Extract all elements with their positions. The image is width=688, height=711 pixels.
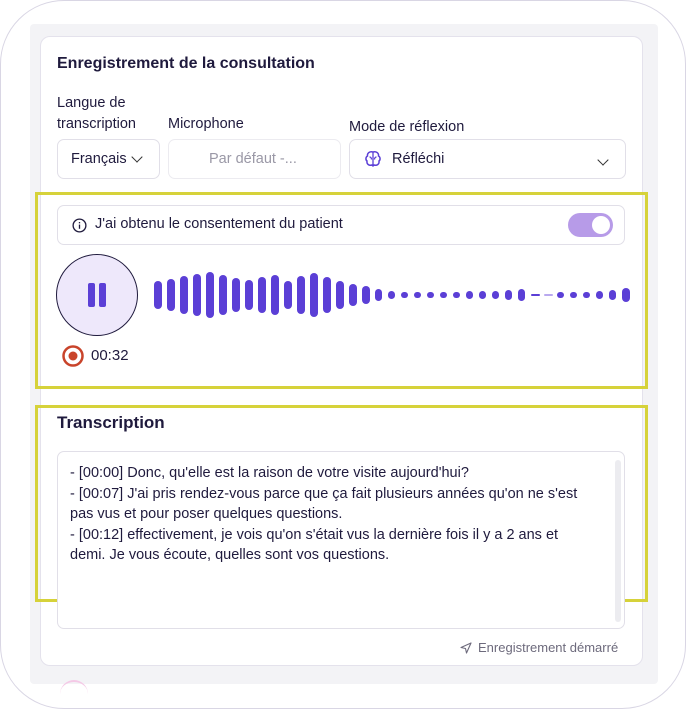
transcription-title: Transcription	[57, 413, 165, 432]
waveform-bar	[544, 294, 553, 296]
waveform-bar	[206, 272, 214, 318]
reflection-value: Réfléchi	[392, 151, 445, 167]
language-label: Langue de transcription	[57, 95, 136, 132]
waveform-bar	[596, 291, 603, 299]
waveform-bar	[531, 294, 540, 296]
status-text: Enregistrement démarré	[478, 640, 619, 655]
waveform-bar	[453, 292, 460, 298]
waveform-bar	[622, 288, 630, 302]
section-title: Enregistrement de la consultation	[57, 55, 315, 72]
reflection-select[interactable]: Réfléchi	[349, 139, 626, 179]
pause-icon	[99, 283, 106, 307]
transcript-line: - [00:07] J'ai pris rendez-vous parce qu…	[70, 485, 578, 523]
pause-icon	[88, 283, 95, 307]
audio-waveform	[154, 272, 630, 318]
record-icon	[62, 345, 84, 367]
chevron-down-icon	[597, 154, 609, 166]
transcript-line: - [00:00] Donc, qu'elle est la raison de…	[70, 465, 469, 481]
reflection-label: Mode de réflexion	[349, 119, 465, 135]
waveform-bar	[219, 275, 227, 315]
microphone-label: Microphone	[168, 116, 244, 132]
waveform-bar	[271, 275, 279, 315]
scrollbar[interactable]	[615, 460, 621, 622]
waveform-bar	[258, 277, 266, 313]
waveform-bar	[583, 292, 590, 298]
waveform-bar	[362, 286, 370, 304]
waveform-bar	[232, 278, 240, 312]
waveform-bar	[180, 276, 188, 314]
language-value: Français	[71, 151, 127, 167]
waveform-bar	[154, 281, 162, 309]
waveform-bar	[245, 280, 253, 310]
waveform-bar	[479, 291, 486, 299]
send-icon	[460, 641, 472, 654]
waveform-bar	[466, 291, 473, 299]
info-icon	[72, 218, 87, 233]
transcript-line: - [00:12] effectivement, je vois qu'on s…	[70, 526, 559, 564]
waveform-bar	[388, 291, 395, 299]
recording-status: Enregistrement démarré	[460, 640, 618, 655]
waveform-bar	[427, 292, 434, 298]
recording-timer: 00:32	[91, 347, 129, 364]
waveform-bar	[557, 292, 564, 298]
microphone-value: Par défaut -...	[209, 151, 297, 167]
waveform-bar	[609, 290, 616, 300]
consent-text: J'ai obtenu le consentement du patient	[95, 216, 343, 232]
waveform-bar	[336, 281, 344, 309]
waveform-bar	[193, 274, 201, 316]
consent-toggle[interactable]	[568, 213, 613, 237]
waveform-bar	[492, 291, 499, 299]
transcription-text: - [00:00] Donc, qu'elle est la raison de…	[70, 463, 590, 566]
waveform-bar	[505, 290, 512, 300]
waveform-bar	[297, 276, 305, 314]
waveform-bar	[518, 289, 525, 301]
waveform-bar	[284, 281, 292, 309]
waveform-bar	[323, 277, 331, 313]
waveform-bar	[349, 284, 357, 306]
waveform-bar	[401, 292, 408, 298]
microphone-select[interactable]: Par défaut -...	[168, 139, 341, 179]
pause-button[interactable]	[56, 254, 138, 336]
waveform-bar	[570, 292, 577, 298]
waveform-bar	[440, 292, 447, 298]
waveform-bar	[167, 279, 175, 311]
waveform-bar	[375, 289, 382, 301]
toggle-knob	[592, 216, 610, 234]
language-select[interactable]: Français	[57, 139, 160, 179]
brain-icon	[365, 151, 381, 168]
waveform-bar	[414, 292, 421, 298]
waveform-bar	[310, 273, 318, 317]
chevron-down-icon	[130, 151, 143, 163]
